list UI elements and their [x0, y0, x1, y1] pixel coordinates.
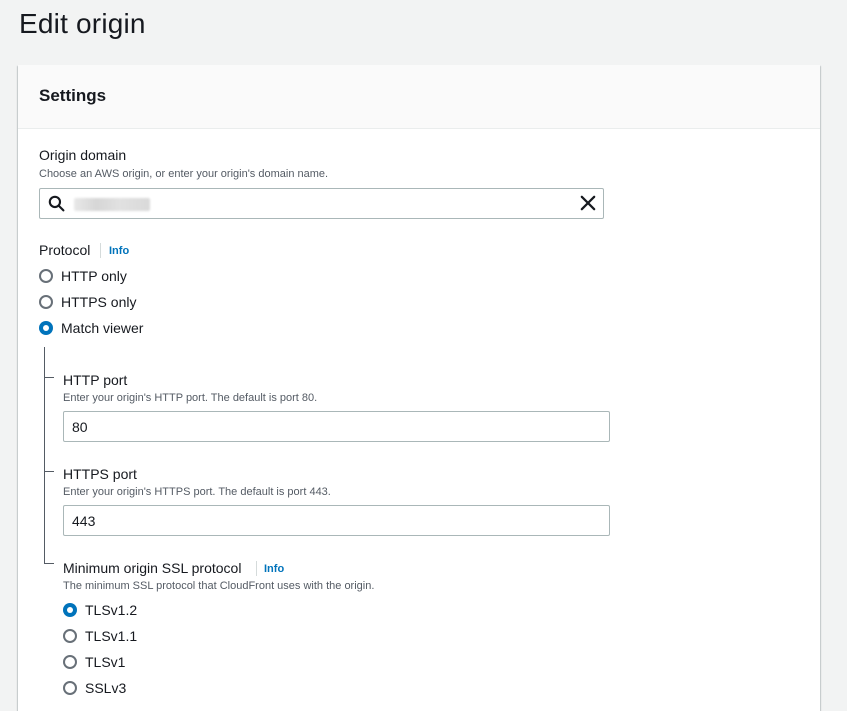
- tree-branch: [45, 563, 54, 564]
- panel-title: Settings: [39, 86, 107, 105]
- radio-label-sslv3[interactable]: SSLv3: [85, 680, 126, 696]
- page-title: Edit origin: [19, 8, 146, 39]
- radio-label-tlsv1[interactable]: TLSv1: [85, 654, 125, 670]
- radio-sslv3[interactable]: [63, 681, 77, 695]
- radio-label-http-only[interactable]: HTTP only: [61, 268, 127, 284]
- http-port-description: Enter your origin's HTTP port. The defau…: [63, 392, 318, 404]
- https-port-label: HTTPS port: [63, 466, 137, 482]
- min-ssl-label: Minimum origin SSL protocol: [63, 560, 242, 576]
- http-port-label: HTTP port: [63, 372, 128, 388]
- radio-label-tlsv1-2[interactable]: TLSv1.2: [85, 602, 137, 618]
- info-divider: [100, 243, 101, 258]
- protocol-label: Protocol: [39, 242, 91, 258]
- origin-domain-search-input[interactable]: [39, 188, 604, 219]
- min-ssl-info-link[interactable]: Info: [264, 563, 284, 575]
- panel-header: Settings: [18, 65, 820, 129]
- tree-branch: [45, 471, 54, 472]
- tree-branch: [45, 377, 54, 378]
- https-port-description: Enter your origin's HTTPS port. The defa…: [63, 486, 331, 498]
- radio-tlsv1-1[interactable]: [63, 629, 77, 643]
- close-icon[interactable]: [579, 194, 597, 212]
- origin-domain-label: Origin domain: [39, 147, 127, 163]
- https-port-input[interactable]: 443: [63, 505, 610, 536]
- http-port-input[interactable]: 80: [63, 411, 610, 442]
- min-ssl-description: The minimum SSL protocol that CloudFront…: [63, 580, 375, 592]
- radio-tlsv1[interactable]: [63, 655, 77, 669]
- search-icon: [48, 195, 65, 212]
- tree-connector: [44, 347, 45, 564]
- radio-https-only[interactable]: [39, 295, 53, 309]
- radio-tlsv1-2[interactable]: [63, 603, 77, 617]
- settings-panel: Settings Origin domain Choose an AWS ori…: [18, 65, 820, 711]
- protocol-info-link[interactable]: Info: [109, 245, 129, 257]
- origin-domain-description: Choose an AWS origin, or enter your orig…: [39, 168, 329, 180]
- radio-label-https-only[interactable]: HTTPS only: [61, 294, 136, 310]
- radio-match-viewer[interactable]: [39, 321, 53, 335]
- radio-label-tlsv1-1[interactable]: TLSv1.1: [85, 628, 137, 644]
- radio-http-only[interactable]: [39, 269, 53, 283]
- radio-label-match-viewer[interactable]: Match viewer: [61, 320, 143, 336]
- origin-domain-value-redacted: [74, 198, 150, 211]
- info-divider: [256, 561, 257, 576]
